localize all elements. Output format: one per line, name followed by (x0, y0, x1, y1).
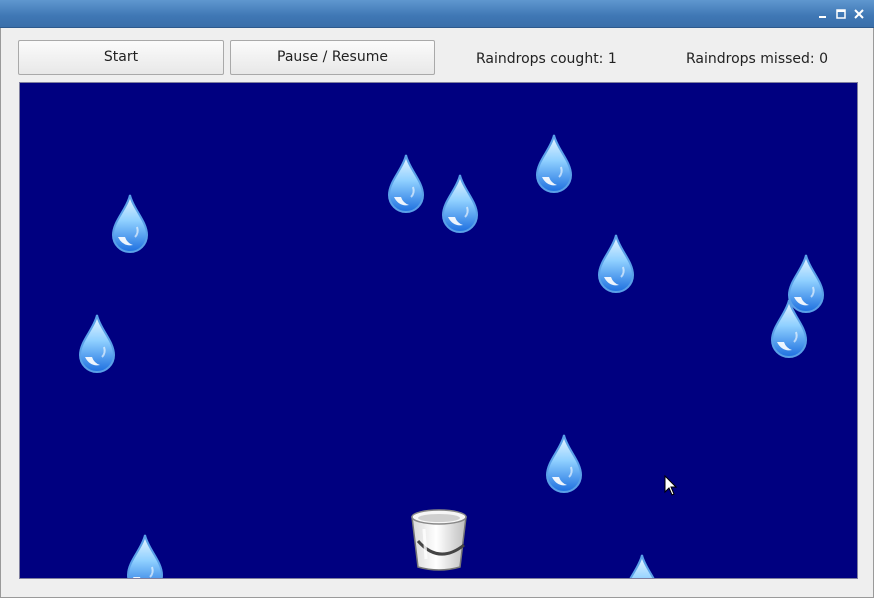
raindrop-icon (545, 434, 583, 493)
raindrop-icon (441, 174, 479, 233)
minimize-icon[interactable] (816, 7, 830, 21)
mouse-cursor-icon (664, 475, 678, 496)
raindrop-icon (111, 194, 149, 253)
bucket-icon[interactable] (406, 507, 472, 573)
raindrop-icon (78, 314, 116, 373)
raindrop-icon (387, 154, 425, 213)
pause-resume-button[interactable]: Pause / Resume (230, 40, 435, 75)
raindrop-icon (126, 534, 164, 578)
game-field[interactable] (19, 82, 858, 579)
title-bar[interactable] (0, 0, 874, 28)
window-controls (816, 7, 866, 21)
raindrop-icon (597, 234, 635, 293)
close-icon[interactable] (852, 7, 866, 21)
window-frame: Start Pause / Resume Raindrops cought: 1… (0, 28, 874, 598)
maximize-icon[interactable] (834, 7, 848, 21)
raindrop-icon (770, 299, 808, 358)
raindrops-caught-label: Raindrops cought: 1 (476, 51, 617, 67)
raindrop-icon (629, 554, 655, 578)
raindrop-icon (535, 134, 573, 193)
start-button[interactable]: Start (18, 40, 224, 75)
raindrops-missed-label: Raindrops missed: 0 (686, 51, 828, 67)
